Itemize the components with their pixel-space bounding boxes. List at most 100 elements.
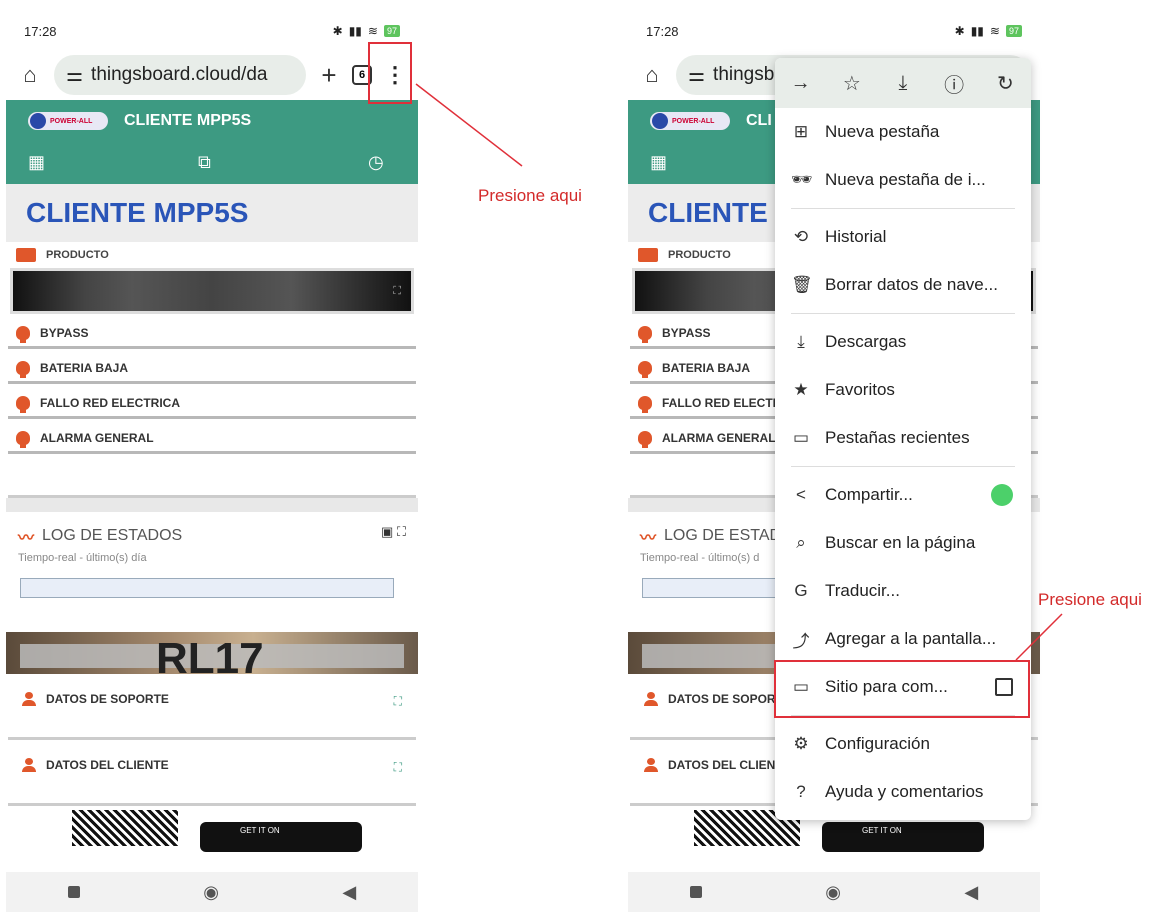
person-icon <box>644 758 658 772</box>
fullscreen-icon[interactable]: ⛶ <box>394 694 402 709</box>
status-icons: ✱ ▮▮ ≋ 97 <box>333 24 400 38</box>
client-data-label: DATOS DEL CLIENT <box>668 758 783 772</box>
menu-item-settings[interactable]: ⚙ Configuración <box>775 720 1031 768</box>
person-icon <box>644 692 658 706</box>
dashboards-icon[interactable]: ▦ <box>28 152 45 173</box>
site-settings-icon[interactable]: ⚌ <box>66 64 83 87</box>
share-icon: < <box>796 485 806 504</box>
alarm-label: BATERIA BAJA <box>40 360 129 375</box>
menu-item-translate[interactable]: G Traducir... <box>775 567 1031 615</box>
alarm-row: BATERIA BAJA <box>8 354 416 384</box>
menu-item-label: Nueva pestaña <box>825 122 940 141</box>
menu-item-share[interactable]: < Compartir... <box>775 471 1031 519</box>
alarm-label: FALLO RED ELECTRICA <box>40 395 180 410</box>
banner-text: RL17 <box>156 634 264 674</box>
menu-top-icons: → ☆ ⤓ ⓘ ↻ <box>775 58 1031 108</box>
signal-icon: ▮▮ <box>970 24 984 38</box>
product-image: ⛶ <box>10 268 414 314</box>
menu-item-clear-data[interactable]: 🗑 Borrar datos de nave... <box>775 261 1031 309</box>
battery-badge: 97 <box>1005 25 1022 37</box>
banner-image: RL17 <box>6 632 418 674</box>
back-button[interactable]: ◀ <box>342 882 356 903</box>
devices-icon[interactable]: ⧉ <box>198 152 211 173</box>
android-navbar: ◉ ◀ <box>628 872 1040 912</box>
forward-icon[interactable]: → <box>785 72 817 95</box>
google-play-badge[interactable]: GET IT ON <box>200 822 362 852</box>
menu-item-label: Ayuda y comentarios <box>825 782 984 801</box>
arrow-line-left <box>415 83 523 167</box>
back-button[interactable]: ◀ <box>964 882 978 903</box>
fullscreen-icon[interactable]: ⛶ <box>394 760 402 775</box>
menu-item-add-to-home[interactable]: ⤴ Agregar a la pantalla... <box>775 615 1031 663</box>
log-subtitle: Tiempo-real - último(s) día <box>18 552 147 564</box>
alarm-label: BATERIA BAJA <box>662 360 751 375</box>
home-icon[interactable]: ⌂ <box>638 62 666 88</box>
menu-item-bookmarks[interactable]: ★ Favoritos <box>775 366 1031 414</box>
product-icon <box>16 248 36 262</box>
menu-item-history[interactable]: ⟲ Historial <box>775 213 1031 261</box>
find-in-page-icon: ⌕ <box>796 533 806 552</box>
person-icon <box>22 692 36 706</box>
qr-code <box>72 810 178 846</box>
status-time: 17:28 <box>24 23 57 39</box>
wifi-icon: ≋ <box>989 24 1000 38</box>
log-title: LOG DE ESTADOS <box>42 527 183 544</box>
page-heading: CLIENTE MPP5S <box>6 184 418 242</box>
home-button[interactable]: ◉ <box>203 882 219 903</box>
alarm-label: BYPASS <box>662 325 711 340</box>
dashboards-icon[interactable]: ▦ <box>650 152 667 173</box>
address-bar[interactable]: ⚌ thingsboard.cloud/da <box>54 55 306 95</box>
signal-icon: ▮▮ <box>348 24 362 38</box>
menu-item-label: Descargas <box>825 332 907 351</box>
menu-item-incognito[interactable]: 🕶 Nueva pestaña de i... <box>775 156 1031 204</box>
support-label: DATOS DE SOPORTE <box>46 692 169 706</box>
download-check-icon: ⤓ <box>797 332 805 351</box>
recents-button[interactable] <box>67 886 80 898</box>
dashboard-title: CLI <box>746 112 772 129</box>
alarm-bulb-icon <box>638 360 652 378</box>
star-icon: ★ <box>793 380 809 399</box>
incognito-icon: 🕶 <box>791 170 813 189</box>
translate-icon: G <box>794 581 808 600</box>
alarm-label: BYPASS <box>40 325 89 340</box>
support-card: DATOS DE SOPORTE ⛶ <box>8 680 416 740</box>
alarm-bulb-icon <box>638 395 652 413</box>
menu-item-find[interactable]: ⌕ Buscar en la página <box>775 519 1031 567</box>
alarm-label: ALARMA GENERAL <box>40 430 154 445</box>
highlight-more-button <box>368 42 412 104</box>
home-icon[interactable]: ⌂ <box>16 62 44 88</box>
phone-screen-left: 17:28 ✱ ▮▮ ≋ 97 ⌂ ⚌ thingsboard.cloud/da… <box>6 12 418 912</box>
alarm-row: FALLO RED ELECTRICA <box>8 389 416 419</box>
fullscreen-icon[interactable]: ⛶ <box>393 285 401 298</box>
bookmark-star-icon[interactable]: ☆ <box>836 71 868 96</box>
product-section: PRODUCTO <box>6 242 418 268</box>
whatsapp-icon[interactable] <box>991 484 1013 506</box>
bluetooth-icon: ✱ <box>954 24 965 38</box>
download-icon[interactable]: ⤓ <box>887 72 919 95</box>
trend-icon: 〰 <box>640 530 657 547</box>
menu-item-label: Favoritos <box>825 380 895 399</box>
info-icon[interactable]: ⓘ <box>938 69 970 98</box>
android-navbar: ◉ ◀ <box>6 872 418 912</box>
recents-button[interactable] <box>689 886 702 898</box>
google-play-badge[interactable]: GET IT ON <box>822 822 984 852</box>
reload-icon[interactable]: ↻ <box>989 71 1021 96</box>
bluetooth-icon: ✱ <box>332 24 343 38</box>
menu-item-help[interactable]: ? Ayuda y comentarios <box>775 768 1031 816</box>
clock-icon[interactable]: ◷ <box>368 152 384 173</box>
menu-item-new-tab[interactable]: ⊞ Nueva pestaña <box>775 108 1031 156</box>
log-title: LOG DE ESTAD <box>664 527 782 544</box>
new-tab-icon[interactable]: + <box>316 60 342 91</box>
help-icon: ? <box>796 782 806 801</box>
dashboard-appbar: POWER-ALL CLIENTE MPP5S ▦ ⧉ ◷ <box>6 100 418 184</box>
alarm-row: BYPASS <box>8 319 416 349</box>
menu-item-label: Configuración <box>825 734 930 753</box>
menu-item-recent-tabs[interactable]: ▭ Pestañas recientes <box>775 414 1031 462</box>
alarm-bulb-icon <box>16 360 30 378</box>
home-button[interactable]: ◉ <box>825 882 841 903</box>
export-icon[interactable]: ▣ ⛶ <box>381 524 406 540</box>
status-bar: 17:28 ✱ ▮▮ ≋ 97 <box>6 12 418 50</box>
site-settings-icon[interactable]: ⚌ <box>688 64 705 87</box>
menu-item-downloads[interactable]: ⤓ Descargas <box>775 318 1031 366</box>
support-label: DATOS DE SOPORT <box>668 692 783 706</box>
